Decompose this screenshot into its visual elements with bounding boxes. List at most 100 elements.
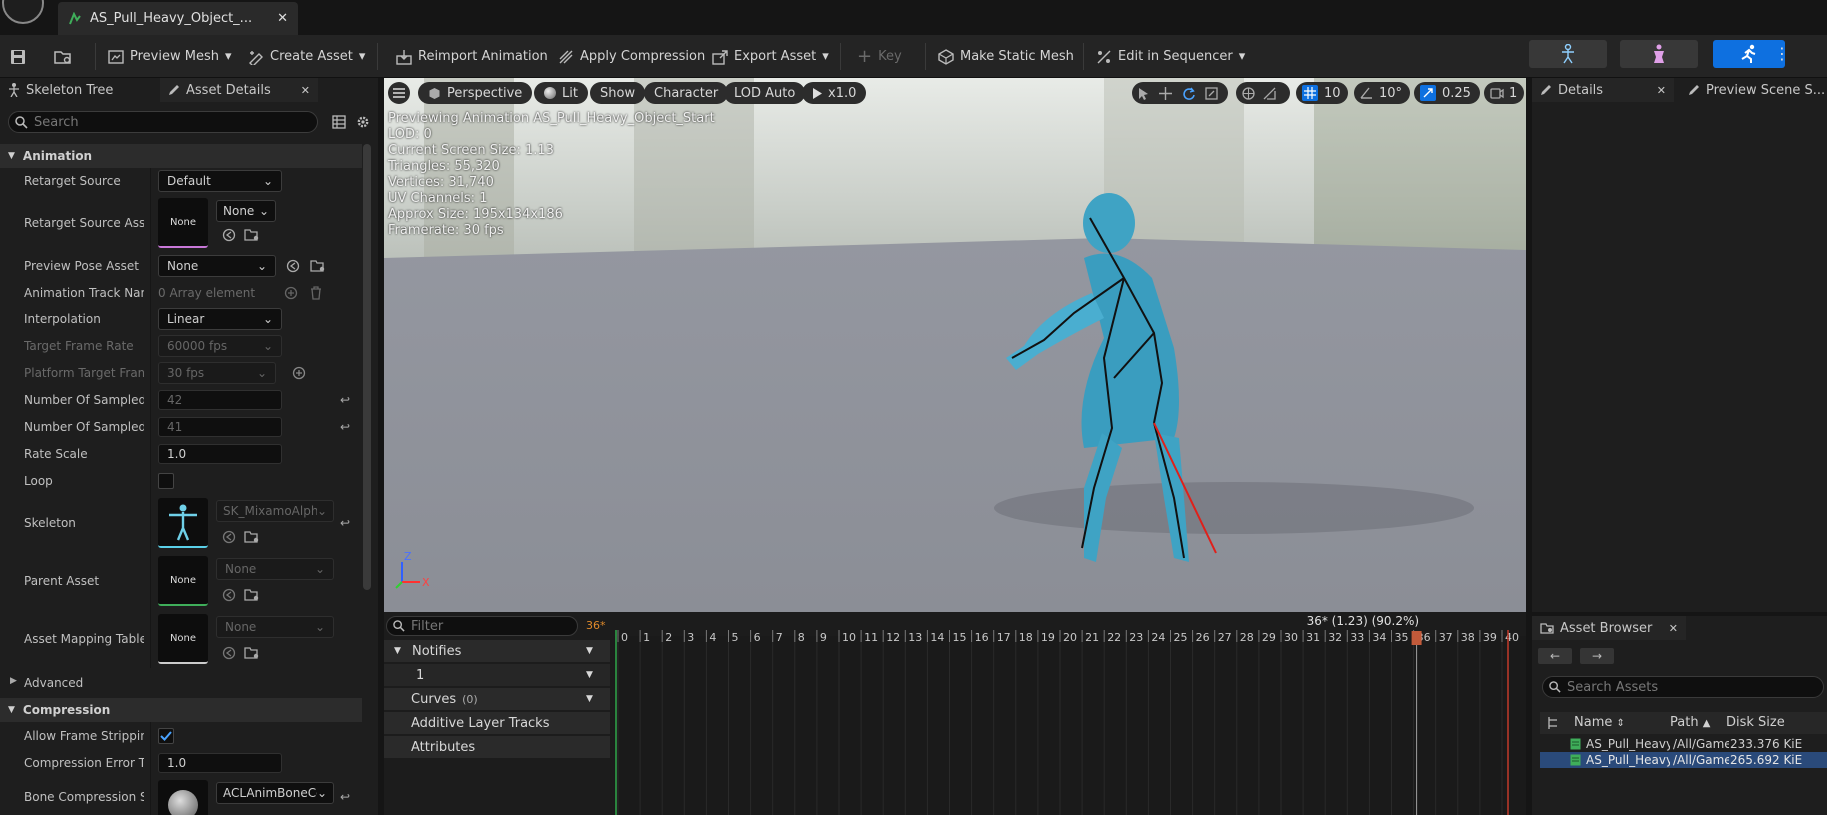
bone-compression-thumbnail[interactable] (158, 780, 208, 815)
document-tab-close-icon[interactable]: ✕ (277, 11, 288, 26)
world-space-icon[interactable] (1242, 86, 1255, 100)
playback-speed-button[interactable]: x1.0 (802, 82, 867, 104)
edit-in-sequencer-button[interactable]: Edit in Sequencer ▾ (1096, 35, 1245, 78)
add-platform-override-icon[interactable] (292, 366, 306, 380)
move-icon[interactable] (1159, 86, 1172, 100)
details-scrollbar[interactable] (363, 144, 371, 590)
make-static-mesh-button[interactable]: Make Static Mesh (938, 35, 1074, 78)
camera-speed-button[interactable]: 1 (1484, 82, 1524, 104)
playhead-handle[interactable] (1411, 631, 1422, 645)
unreal-logo-icon[interactable] (2, 0, 44, 24)
track-additive-layer[interactable]: Additive Layer Tracks (384, 712, 610, 734)
bone-compression-settings-dropdown[interactable]: ACLAnimBoneCo ⌄ (216, 782, 334, 804)
timeline-panel[interactable]: 0 1 2 3 4 5 6 7 8 9 10 11 12 13 14 15 16 17 18 19 20 21 22 23 24… (614, 612, 1526, 815)
create-asset-button[interactable]: Create Asset ▾ (248, 35, 365, 78)
scale-icon[interactable] (1205, 86, 1218, 100)
apply-compression-button[interactable]: Apply Compression (558, 35, 705, 78)
export-asset-button[interactable]: Export Asset ▾ (712, 35, 829, 78)
retarget-source-asset-dropdown[interactable]: None ⌄ (216, 200, 276, 222)
tab-close-icon[interactable]: ✕ (1669, 622, 1678, 635)
browse-folder-icon[interactable] (244, 646, 260, 660)
tab-asset-browser[interactable]: Asset Browser ✕ (1532, 616, 1686, 640)
preview-mesh-button[interactable]: Preview Mesh ▾ (108, 35, 232, 78)
track-notifies[interactable]: ▼ Notifies ▼ (384, 640, 610, 662)
reset-to-default-icon[interactable]: ↩ (340, 420, 350, 434)
document-tab[interactable]: AS_Pull_Heavy_Object_... ✕ (58, 2, 298, 35)
rotation-snap-button[interactable]: 10° (1354, 82, 1410, 104)
character-button[interactable]: Character (644, 82, 729, 104)
viewport-menu-button[interactable] (388, 82, 410, 104)
track-options-dropdown[interactable]: ▼ (586, 694, 593, 704)
category-compression[interactable]: ▼ Compression (0, 698, 362, 722)
category-animation[interactable]: ▼ Animation (0, 144, 362, 168)
tab-skeleton-tree[interactable]: Skeleton Tree (0, 78, 158, 102)
table-view-icon[interactable] (332, 115, 346, 129)
allow-frame-stripping-checkbox[interactable] (158, 728, 174, 744)
track-options-dropdown[interactable]: ▼ (586, 670, 593, 680)
skeleton-thumbnail[interactable] (158, 498, 208, 548)
reset-to-default-icon[interactable]: ↩ (340, 393, 350, 407)
target-frame-rate-dropdown[interactable]: 60000 fps ⌄ (158, 335, 282, 357)
mesh-mode-button[interactable] (1620, 40, 1698, 68)
timeline-ruler[interactable]: 0 1 2 3 4 5 6 7 8 9 10 11 12 13 14 15 16 17 18 19 20 21 22 23 24… (614, 612, 1526, 815)
trash-icon[interactable] (310, 286, 322, 300)
asset-row-selected[interactable]: AS_Pull_Heavy_C /All/Game 265.692 KiE (1540, 752, 1827, 768)
browse-folder-icon[interactable] (244, 588, 260, 602)
history-forward-button[interactable]: → (1580, 648, 1614, 664)
compression-error-threshold-input[interactable]: 1.0 (158, 753, 282, 773)
tab-asset-details[interactable]: Asset Details ✕ (160, 78, 318, 102)
show-button[interactable]: Show (590, 82, 646, 104)
details-search-input[interactable]: Search (8, 111, 318, 133)
column-header-disk-size[interactable]: Disk Size (1726, 715, 1785, 730)
use-selected-icon[interactable] (222, 588, 236, 602)
browse-folder-icon[interactable] (244, 530, 260, 544)
asset-row[interactable]: AS_Pull_Heavy_C /All/Game 233.376 KiE (1540, 736, 1827, 752)
use-selected-icon[interactable] (222, 530, 236, 544)
column-header-name[interactable]: Name ⇕ (1574, 715, 1625, 730)
track-notify-1[interactable]: 1 ▼ (384, 664, 610, 686)
parent-asset-dropdown[interactable]: None ⌄ (216, 558, 334, 580)
tab-close-icon[interactable]: ✕ (301, 84, 310, 97)
use-selected-icon[interactable] (286, 259, 300, 273)
gear-icon[interactable] (356, 115, 370, 129)
perspective-button[interactable]: Perspective (418, 82, 533, 104)
browse-folder-icon[interactable] (244, 228, 260, 242)
preview-viewport[interactable]: Z X Perspective Lit Show Character LOD A… (384, 78, 1526, 612)
column-options-icon[interactable] (1546, 716, 1560, 730)
add-element-icon[interactable] (284, 286, 298, 300)
track-filter-input[interactable]: Filter (386, 616, 578, 636)
use-selected-icon[interactable] (222, 646, 236, 660)
asset-mapping-table-dropdown[interactable]: None ⌄ (216, 616, 334, 638)
skeleton-mode-button[interactable] (1529, 40, 1607, 68)
rotate-icon[interactable] (1182, 87, 1195, 100)
history-back-button[interactable]: ← (1538, 648, 1572, 664)
key-button[interactable]: + Key (857, 35, 902, 78)
asset-search-input[interactable]: Search Assets (1542, 676, 1824, 698)
select-arrow-icon[interactable] (1138, 87, 1149, 100)
reset-to-default-icon[interactable]: ↩ (340, 516, 350, 530)
grid-snap-button[interactable]: 10 (1296, 82, 1348, 104)
column-header-path[interactable]: Path ▲ (1670, 715, 1710, 730)
category-advanced[interactable]: ▶ Advanced (0, 670, 362, 696)
save-button[interactable] (10, 35, 26, 78)
track-curves[interactable]: Curves (0) ▼ (384, 688, 610, 710)
retarget-source-dropdown[interactable]: Default ⌄ (158, 170, 282, 192)
browse-folder-icon[interactable] (310, 259, 326, 273)
tab-details[interactable]: Details ✕ (1532, 78, 1674, 102)
surface-snapping-icon[interactable] (1263, 87, 1276, 100)
skeleton-dropdown[interactable]: SK_MixamoAlph ⌄ (216, 500, 334, 522)
lod-button[interactable]: LOD Auto (724, 82, 806, 104)
track-attributes[interactable]: Attributes (384, 736, 610, 758)
reimport-animation-button[interactable]: Reimport Animation (396, 35, 548, 78)
tab-close-icon[interactable]: ✕ (1657, 84, 1666, 97)
platform-target-frame-rate-dropdown[interactable]: 30 fps ⌄ (158, 362, 276, 384)
track-options-dropdown[interactable]: ▼ (586, 646, 593, 656)
use-selected-icon[interactable] (222, 228, 236, 242)
asset-thumbnail[interactable]: None (158, 614, 208, 664)
reset-to-default-icon[interactable]: ↩ (340, 790, 350, 804)
asset-thumbnail[interactable]: None (158, 198, 208, 248)
rate-scale-input[interactable]: 1.0 (158, 444, 282, 464)
preview-pose-asset-dropdown[interactable]: None ⌄ (158, 255, 276, 277)
scale-snap-button[interactable]: 0.25 (1414, 82, 1480, 104)
tab-preview-scene-settings[interactable]: Preview Scene S... (1680, 78, 1827, 102)
